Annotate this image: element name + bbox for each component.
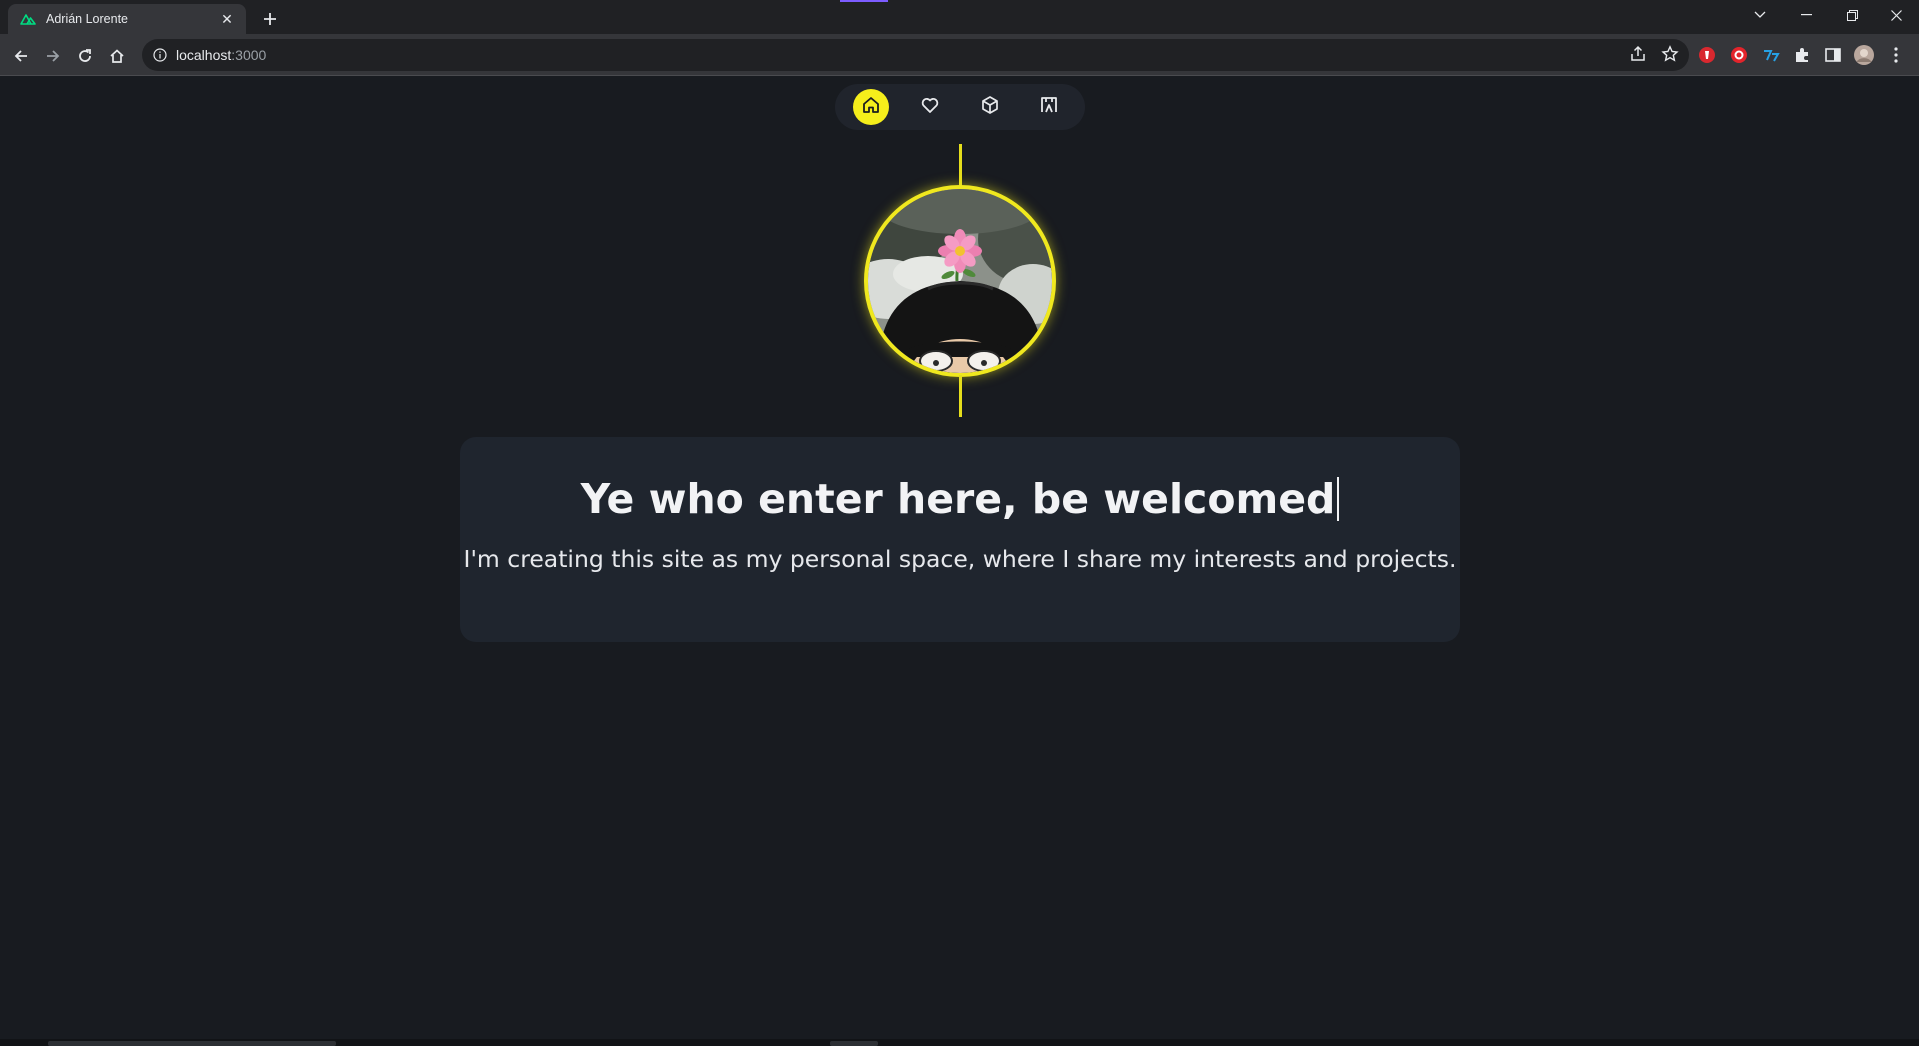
main-navigation — [835, 84, 1085, 130]
nuxt-logo-icon — [20, 11, 36, 27]
new-tab-button[interactable] — [258, 7, 282, 31]
browser-toolbar: localhost:3000 — [0, 34, 1919, 76]
tab-search-icon[interactable] — [1737, 0, 1783, 30]
avatar — [864, 185, 1056, 377]
home-browser-icon[interactable] — [104, 43, 130, 69]
url-port: :3000 — [231, 47, 267, 63]
close-window-icon[interactable] — [1873, 0, 1919, 30]
home-icon — [860, 94, 882, 121]
extension-red-icon[interactable] — [1696, 44, 1718, 66]
avatar-connector-top — [959, 144, 962, 186]
taskbar-segment — [830, 1041, 878, 1046]
page-content: Ye who enter here, be welcomed I'm creat… — [0, 77, 1919, 1039]
share-icon[interactable] — [1629, 45, 1647, 68]
restore-icon[interactable] — [1829, 0, 1875, 30]
nav-gallery[interactable] — [1031, 89, 1067, 125]
page-title: Ye who enter here, be welcomed — [460, 475, 1460, 523]
nav-home[interactable] — [852, 89, 889, 125]
typing-cursor — [1337, 477, 1340, 521]
profile-avatar-icon[interactable] — [1853, 44, 1875, 66]
browser-tab-active[interactable]: Adrián Lorente ✕ — [8, 4, 246, 34]
address-bar[interactable]: localhost:3000 — [142, 39, 1689, 71]
forward-arrow-icon[interactable] — [40, 43, 66, 69]
nav-interests[interactable] — [912, 89, 948, 125]
browser-tabstrip: Adrián Lorente ✕ — [0, 0, 1919, 34]
welcome-card: Ye who enter here, be welcomed I'm creat… — [460, 437, 1460, 642]
back-arrow-icon[interactable] — [8, 43, 34, 69]
avatar-connector-bottom — [959, 375, 962, 417]
extension-opera-icon[interactable] — [1728, 44, 1750, 66]
tab-title: Adrián Lorente — [46, 12, 129, 26]
avatar-flower-head-image — [868, 189, 1052, 373]
minimize-icon[interactable] — [1783, 0, 1829, 30]
url-host: localhost — [176, 47, 232, 63]
side-panel-icon[interactable] — [1822, 44, 1844, 66]
cube-icon — [979, 94, 1001, 121]
frame-icon — [1038, 94, 1060, 121]
taskbar-segment — [48, 1041, 336, 1046]
tabstrip-accent — [840, 0, 888, 2]
extension-translate-icon[interactable] — [1760, 44, 1782, 66]
heart-icon — [919, 94, 941, 121]
page-title-text: Ye who enter here, be welcomed — [580, 475, 1336, 523]
close-tab-icon[interactable]: ✕ — [218, 10, 236, 28]
bookmark-star-icon[interactable] — [1661, 45, 1679, 68]
site-info-icon[interactable] — [152, 47, 168, 63]
browser-menu-icon[interactable] — [1885, 44, 1907, 66]
page-subtitle: I'm creating this site as my personal sp… — [463, 545, 1457, 573]
reload-icon[interactable] — [72, 43, 98, 69]
extensions-puzzle-icon[interactable] — [1791, 44, 1813, 66]
nav-projects[interactable] — [972, 89, 1008, 125]
